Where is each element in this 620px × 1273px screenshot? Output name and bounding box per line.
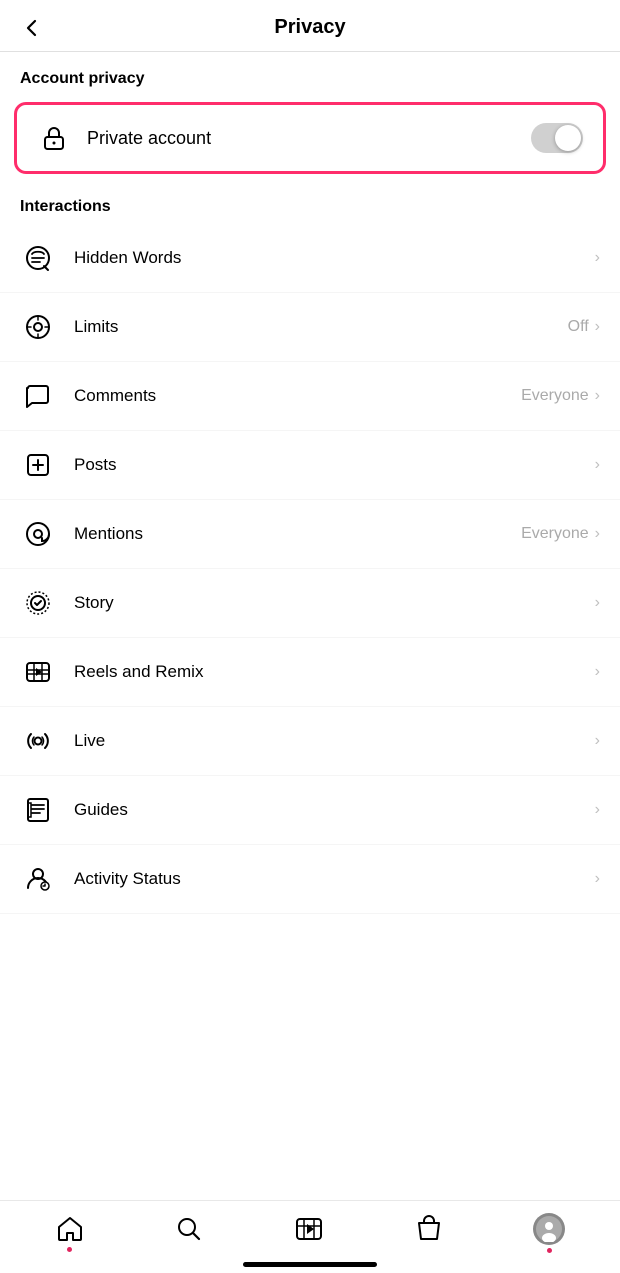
posts-row[interactable]: Posts › [0, 431, 620, 500]
posts-label: Posts [74, 455, 595, 475]
posts-icon [20, 447, 56, 483]
limits-label: Limits [74, 317, 568, 337]
limits-icon [20, 309, 56, 345]
back-button[interactable] [20, 16, 44, 40]
home-nav-dot [67, 1247, 72, 1252]
comments-icon [20, 378, 56, 414]
nav-reels[interactable] [294, 1214, 324, 1244]
profile-nav-dot [547, 1248, 552, 1253]
nav-search[interactable] [174, 1214, 204, 1244]
activity-icon [20, 861, 56, 897]
reels-chevron: › [595, 663, 600, 681]
guides-row[interactable]: Guides › [0, 776, 620, 845]
profile-avatar [533, 1213, 565, 1245]
interactions-label: Interactions [0, 180, 620, 224]
story-label: Story [74, 593, 595, 613]
mentions-label: Mentions [74, 524, 521, 544]
private-account-row[interactable]: Private account [14, 102, 606, 174]
account-privacy-label: Account privacy [0, 52, 620, 96]
limits-value: Off [568, 318, 589, 336]
nav-profile[interactable] [533, 1213, 565, 1245]
nav-home[interactable] [55, 1214, 85, 1244]
home-indicator [243, 1262, 377, 1267]
comments-value: Everyone [521, 387, 589, 405]
reels-label: Reels and Remix [74, 662, 595, 682]
mentions-icon [20, 516, 56, 552]
guides-icon [20, 792, 56, 828]
activity-status-chevron: › [595, 870, 600, 888]
hidden-words-chevron: › [595, 249, 600, 267]
limits-row[interactable]: Limits Off › [0, 293, 620, 362]
hidden-words-row[interactable]: Hidden Words › [0, 224, 620, 293]
reels-icon [20, 654, 56, 690]
mentions-value: Everyone [521, 525, 589, 543]
guides-label: Guides [74, 800, 595, 820]
live-row[interactable]: Live › [0, 707, 620, 776]
live-label: Live [74, 731, 595, 751]
header: Privacy [0, 0, 620, 52]
nav-shop[interactable] [414, 1214, 444, 1244]
limits-chevron: › [595, 318, 600, 336]
story-chevron: › [595, 594, 600, 612]
comments-chevron: › [595, 387, 600, 405]
live-icon [20, 723, 56, 759]
lock-icon [37, 121, 71, 155]
page-title: Privacy [274, 16, 345, 39]
comments-row[interactable]: Comments Everyone › [0, 362, 620, 431]
hidden-words-icon [20, 240, 56, 276]
private-account-label: Private account [87, 128, 531, 149]
comments-label: Comments [74, 386, 521, 406]
activity-status-row[interactable]: Activity Status › [0, 845, 620, 914]
hidden-words-label: Hidden Words [74, 248, 595, 268]
mentions-row[interactable]: Mentions Everyone › [0, 500, 620, 569]
posts-chevron: › [595, 456, 600, 474]
live-chevron: › [595, 732, 600, 750]
story-row[interactable]: Story › [0, 569, 620, 638]
mentions-chevron: › [595, 525, 600, 543]
story-icon [20, 585, 56, 621]
activity-status-label: Activity Status [74, 869, 595, 889]
private-account-toggle[interactable] [531, 123, 583, 153]
guides-chevron: › [595, 801, 600, 819]
reels-row[interactable]: Reels and Remix › [0, 638, 620, 707]
